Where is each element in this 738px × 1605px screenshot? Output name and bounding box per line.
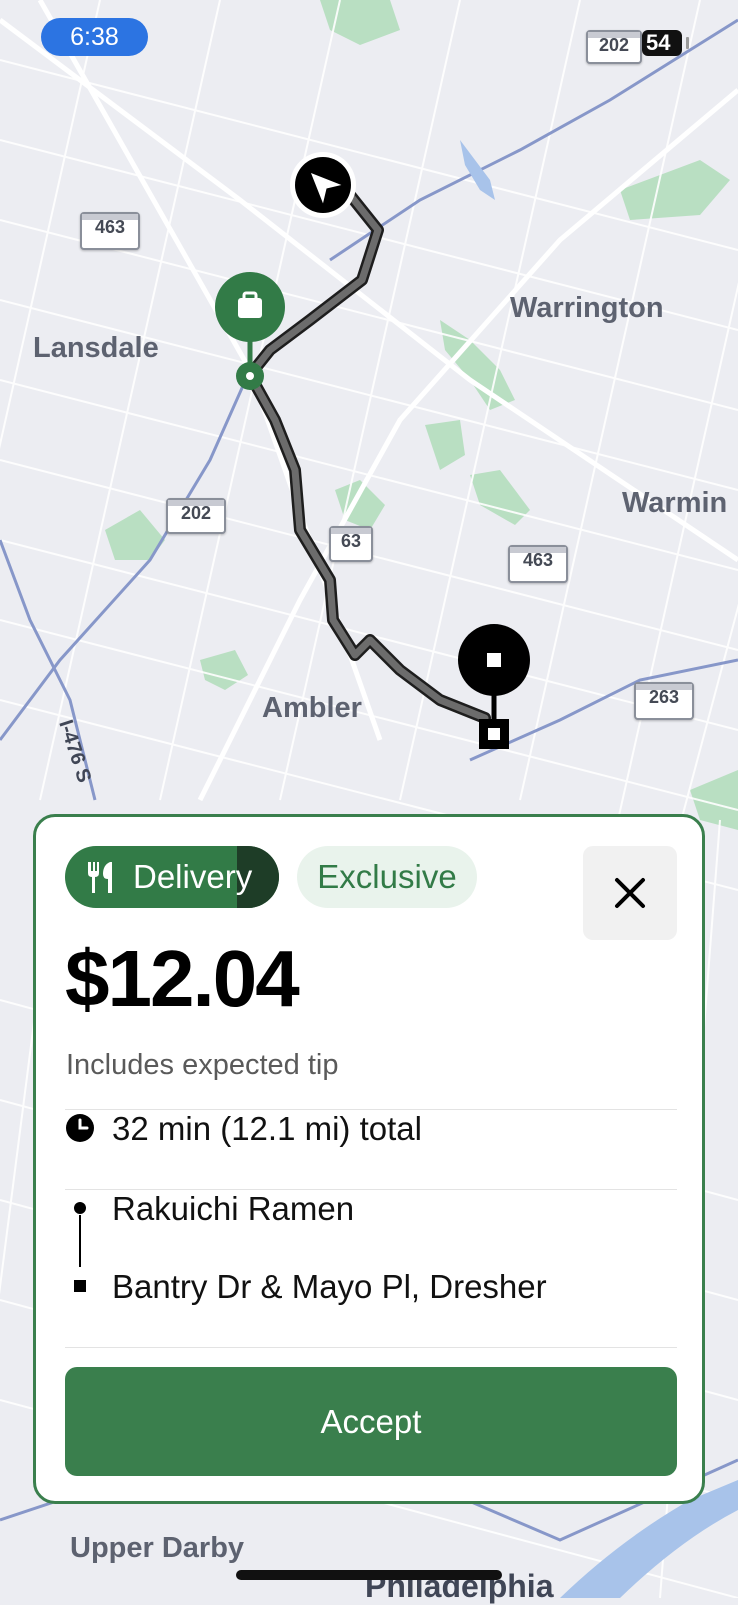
route-shield: 202 — [586, 30, 642, 64]
home-indicator[interactable] — [236, 1570, 502, 1580]
trip-summary: 32 min (12.1 mi) total — [112, 1110, 422, 1147]
pickup-dot — [74, 1202, 86, 1214]
offer-price: $12.04 — [65, 934, 300, 1023]
route-shield: 463 — [80, 212, 140, 250]
delivery-type-label: Delivery — [133, 858, 253, 895]
stop-connector — [79, 1215, 81, 1267]
map-place-label: Upper Darby — [70, 1532, 245, 1564]
route-shield: 463 — [508, 545, 568, 583]
delivery-type-chip: Delivery — [65, 846, 279, 908]
offer-card: Delivery Exclusive $12.04 Includes expec… — [33, 814, 705, 1504]
map-place-label: Warrington — [510, 292, 664, 324]
map-place-label: Warmin — [622, 487, 728, 519]
battery-indicator: 54 — [642, 30, 682, 56]
divider — [65, 1347, 677, 1348]
price-note: Includes expected tip — [66, 1049, 339, 1081]
route-shield: 202 — [166, 498, 226, 534]
accept-button[interactable]: Accept — [65, 1367, 677, 1476]
pickup-location: Rakuichi Ramen — [112, 1190, 355, 1227]
dropoff-square — [74, 1280, 86, 1292]
route-shield: 263 — [634, 682, 694, 720]
close-icon — [615, 878, 645, 908]
dropoff-location: Bantry Dr & Mayo Pl, Dresher — [112, 1268, 547, 1305]
restaurant-bag-icon[interactable] — [214, 272, 286, 394]
map-place-label: Lansdale — [33, 332, 159, 364]
exclusive-badge: Exclusive — [297, 846, 477, 908]
fork-knife-icon — [88, 862, 112, 893]
map-place-label: Ambler — [262, 692, 362, 724]
clock-icon — [66, 1114, 94, 1142]
status-time: 6:38 — [41, 18, 148, 56]
dropoff-marker-icon[interactable] — [456, 624, 532, 750]
navigation-arrow-icon — [290, 152, 356, 218]
route-shield: 63 — [329, 526, 373, 562]
battery-tail — [686, 37, 689, 49]
close-button[interactable] — [583, 846, 677, 940]
